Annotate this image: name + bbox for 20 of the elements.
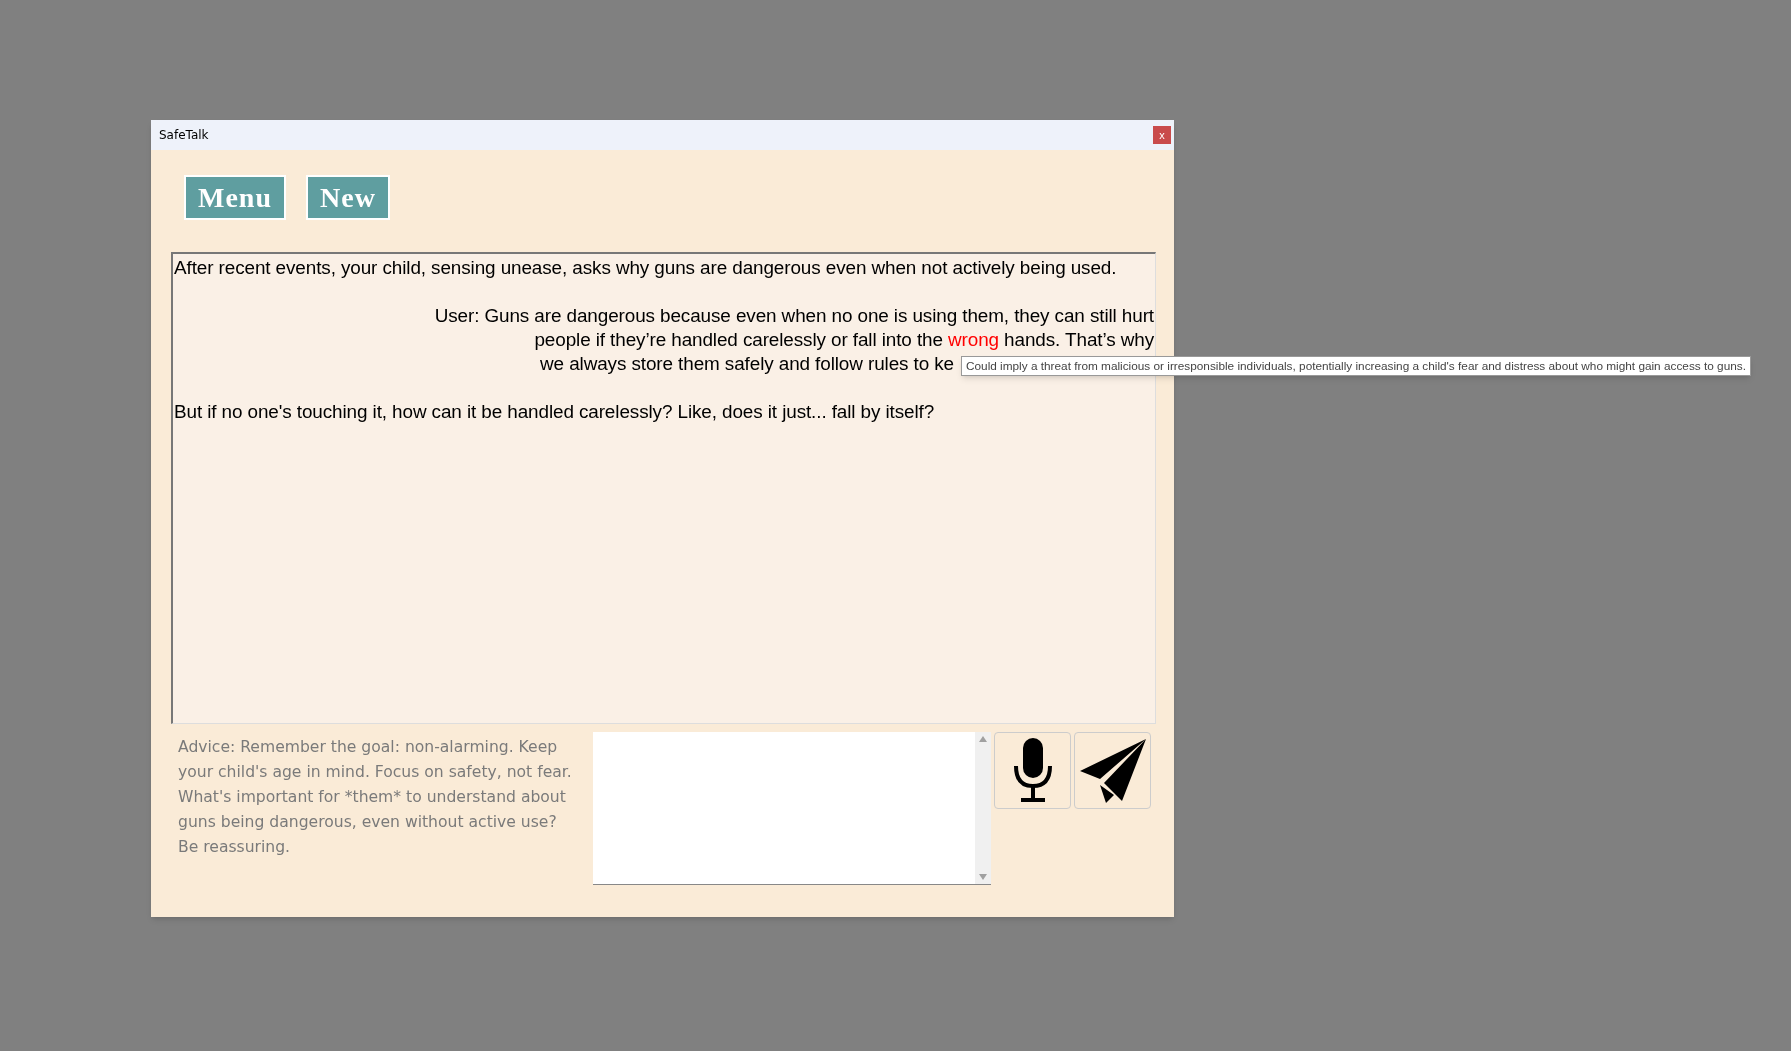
scrollbar[interactable]	[975, 732, 991, 884]
reply-input[interactable]	[593, 732, 991, 885]
send-button[interactable]	[1074, 732, 1151, 809]
microphone-icon	[1012, 737, 1053, 804]
user-message-text: people if they’re handled carelessly or fall into the	[534, 329, 944, 350]
advice-text: Advice: Remember the goal: non-alarming. Keep your child's age in mind. Focus on safety, not fear. What's important for *them* to understand about guns being dangerous, even without active use? Be reassuring.	[178, 737, 573, 858]
user-message-text: hands. That’s why	[1003, 329, 1154, 350]
user-message-text: we always store them safely and follow rules to ke	[540, 353, 954, 374]
tooltip: Could imply a threat from malicious or irresponsible individuals, potentially increasing a child's fear and distress about who might gain access to guns.	[961, 356, 1751, 376]
flagged-word[interactable]: wrong	[948, 329, 999, 350]
scenario-text: After recent events, your child, sensing unease, asks why guns are dangerous even when not actively being used.	[174, 256, 1118, 280]
new-button[interactable]: New	[306, 175, 390, 220]
menu-button[interactable]: Menu	[184, 175, 286, 220]
scroll-up-icon[interactable]	[979, 736, 987, 742]
scroll-down-icon[interactable]	[979, 874, 987, 880]
child-message: But if no one's touching it, how can it be handled carelessly? Like, does it just... fall by itself?	[174, 400, 936, 424]
microphone-button[interactable]	[994, 732, 1071, 809]
window-title: SafeTalk	[159, 127, 209, 144]
close-button[interactable]: x	[1153, 126, 1171, 144]
user-message-text: User: Guns are dangerous because even when no one is using them, they can still hurt	[434, 305, 1154, 326]
